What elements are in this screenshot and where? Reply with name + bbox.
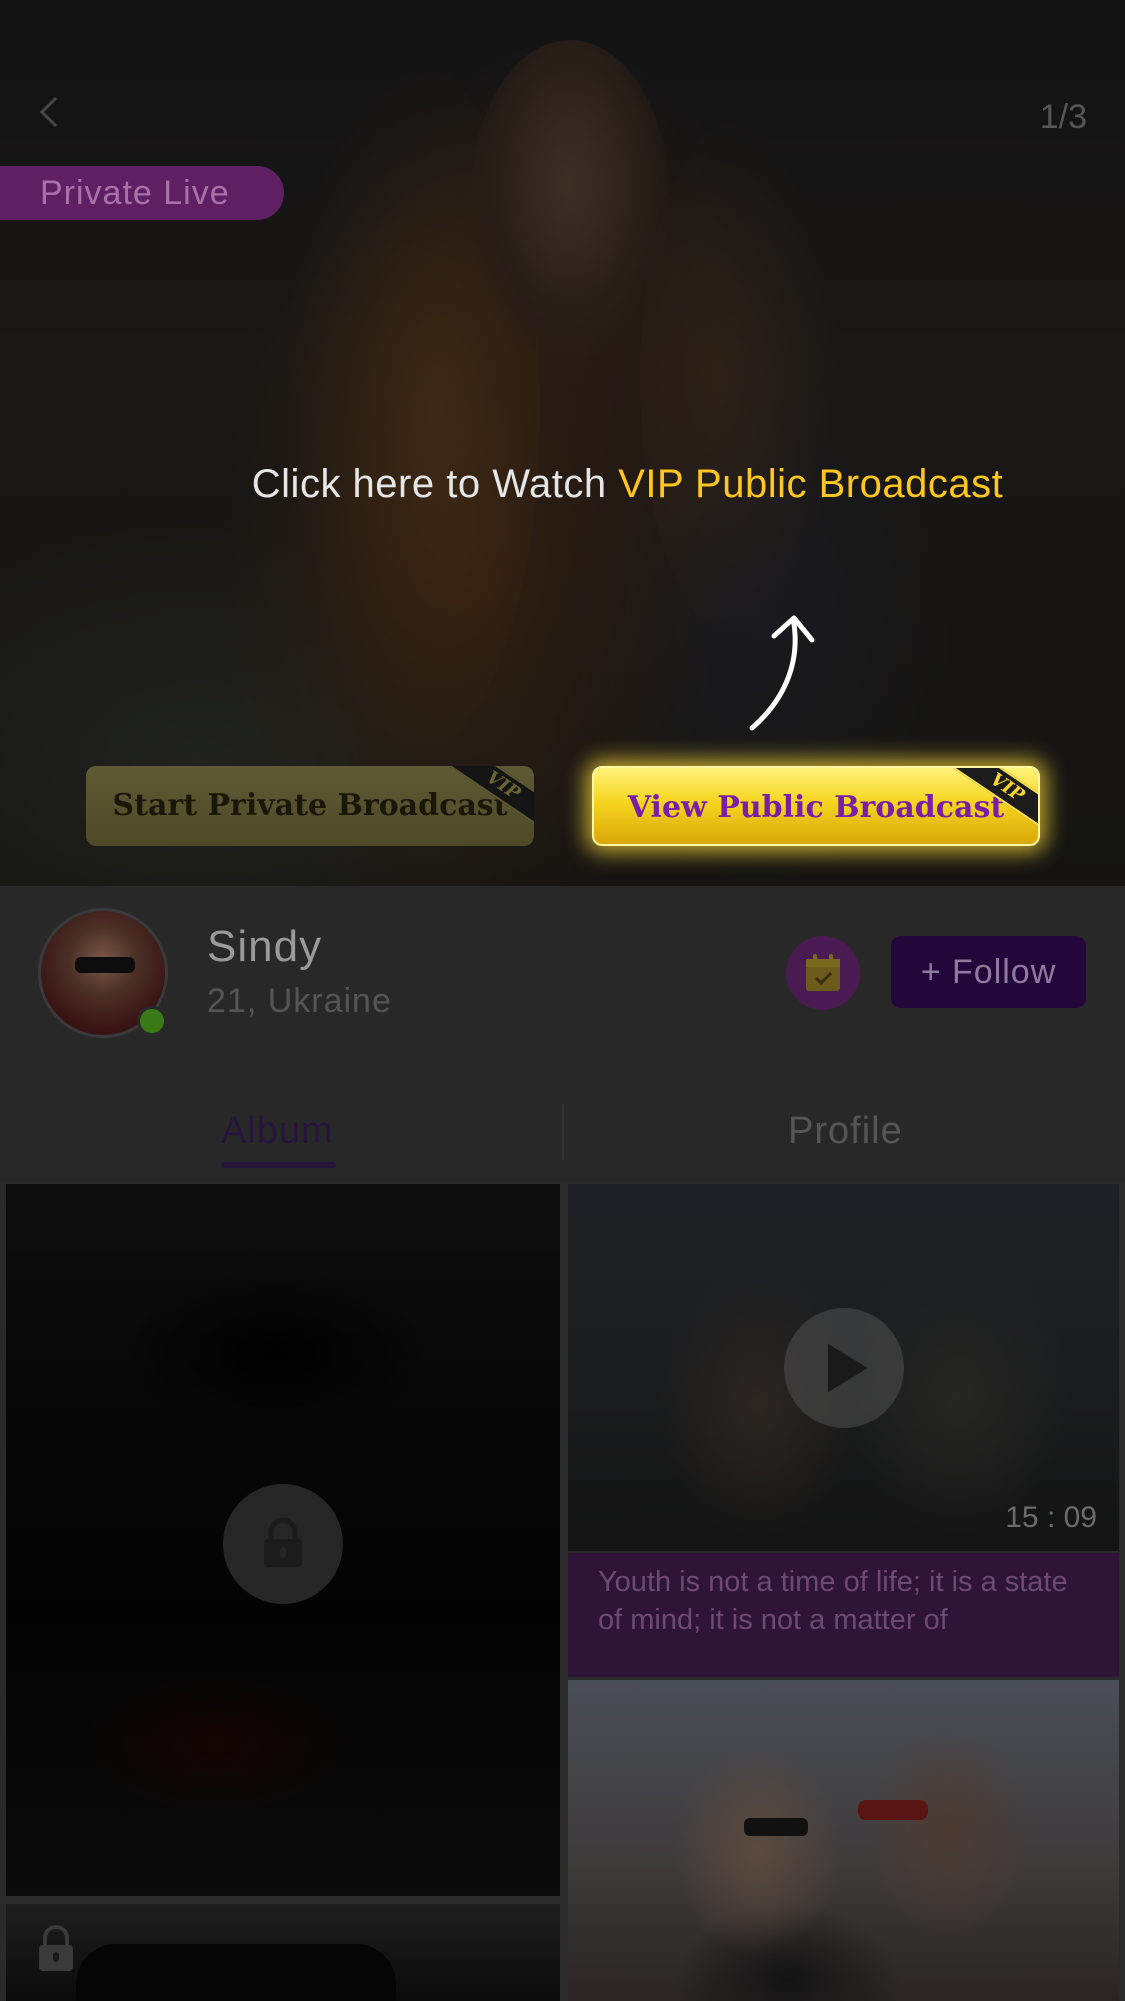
tab-profile[interactable]: Profile [788,1110,903,1153]
view-public-broadcast-button[interactable]: View Public Broadcast VIP [592,766,1040,846]
avatar-sunglasses [75,957,135,973]
calendar-check-icon [806,954,840,991]
start-private-broadcast-button[interactable]: Start Private Broadcast VIP [86,766,534,846]
locked-photo-tile-2[interactable] [6,1904,560,2001]
quote-text-tile[interactable]: Youth is not a time of life; it is a sta… [568,1553,1119,1677]
online-status-dot [137,1006,167,1036]
tab-album[interactable]: Album [221,1110,334,1153]
video-tile[interactable]: 15 : 09 [568,1184,1119,1551]
locked-photo-tile[interactable] [6,1184,560,1896]
start-private-broadcast-label: Start Private Broadcast [112,788,508,823]
user-name: Sindy [207,922,323,971]
user-age-country: 21, Ukraine [207,982,392,1020]
profile-header: Sindy 21, Ukraine + Follow [0,886,1125,1076]
follow-button[interactable]: + Follow [891,936,1086,1008]
profile-tabs: Album Profile [0,1076,1125,1182]
lock-button[interactable] [223,1484,343,1604]
lock-icon [39,1925,73,1971]
photo-tile[interactable] [568,1680,1119,2001]
private-live-badge: Private Live [0,166,284,220]
dim-overlay [0,0,1125,886]
view-public-broadcast-label: View Public Broadcast [627,790,1005,825]
vip-hint-text: Click here to Watch VIP Public Broadcast [0,462,1125,507]
chevron-left-icon[interactable] [34,96,66,128]
photo-page-counter: 1/3 [1039,98,1087,136]
play-button[interactable] [784,1308,904,1428]
photo-sunglasses-2 [858,1800,928,1820]
curved-arrow-up-icon [749,615,815,731]
play-icon [828,1344,868,1392]
tab-divider [562,1104,564,1160]
hint-prefix: Click here to Watch [251,462,619,506]
photo-sunglasses-1 [744,1818,808,1836]
lock-icon [264,1518,302,1567]
calendar-button[interactable] [786,936,860,1010]
hint-highlight: VIP Public Broadcast [618,462,1004,506]
video-duration: 15 : 09 [1005,1501,1097,1534]
album-grid: 15 : 09 Youth is not a time of life; it … [0,1182,1125,2001]
active-tab-indicator [221,1162,336,1168]
hero-cover[interactable]: 1/3 Private Live Click here to Watch VIP… [0,0,1125,886]
photo-shape [76,1944,396,2001]
